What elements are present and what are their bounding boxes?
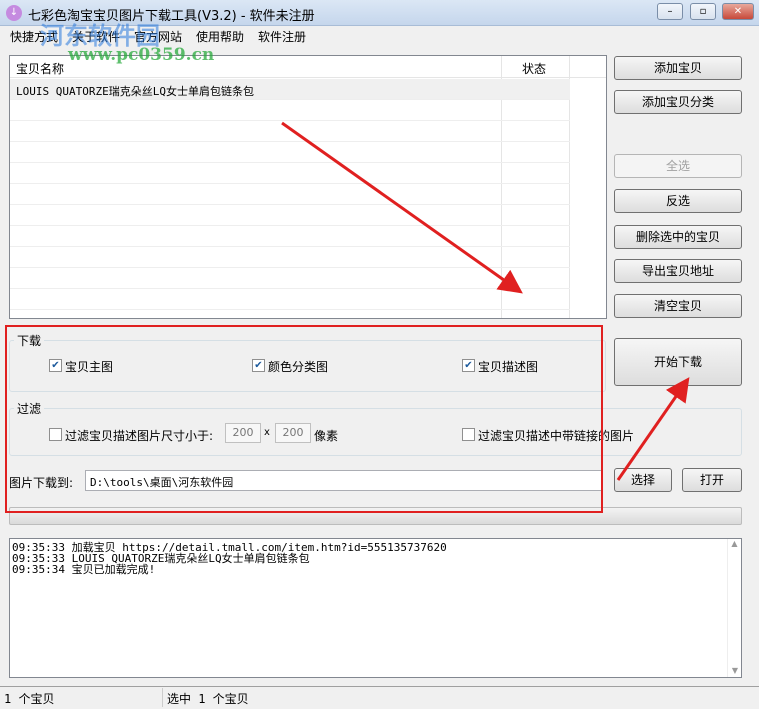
arrow-to-start [616, 377, 690, 481]
annotation-arrows [281, 121, 690, 481]
arrow-to-options [281, 121, 523, 294]
